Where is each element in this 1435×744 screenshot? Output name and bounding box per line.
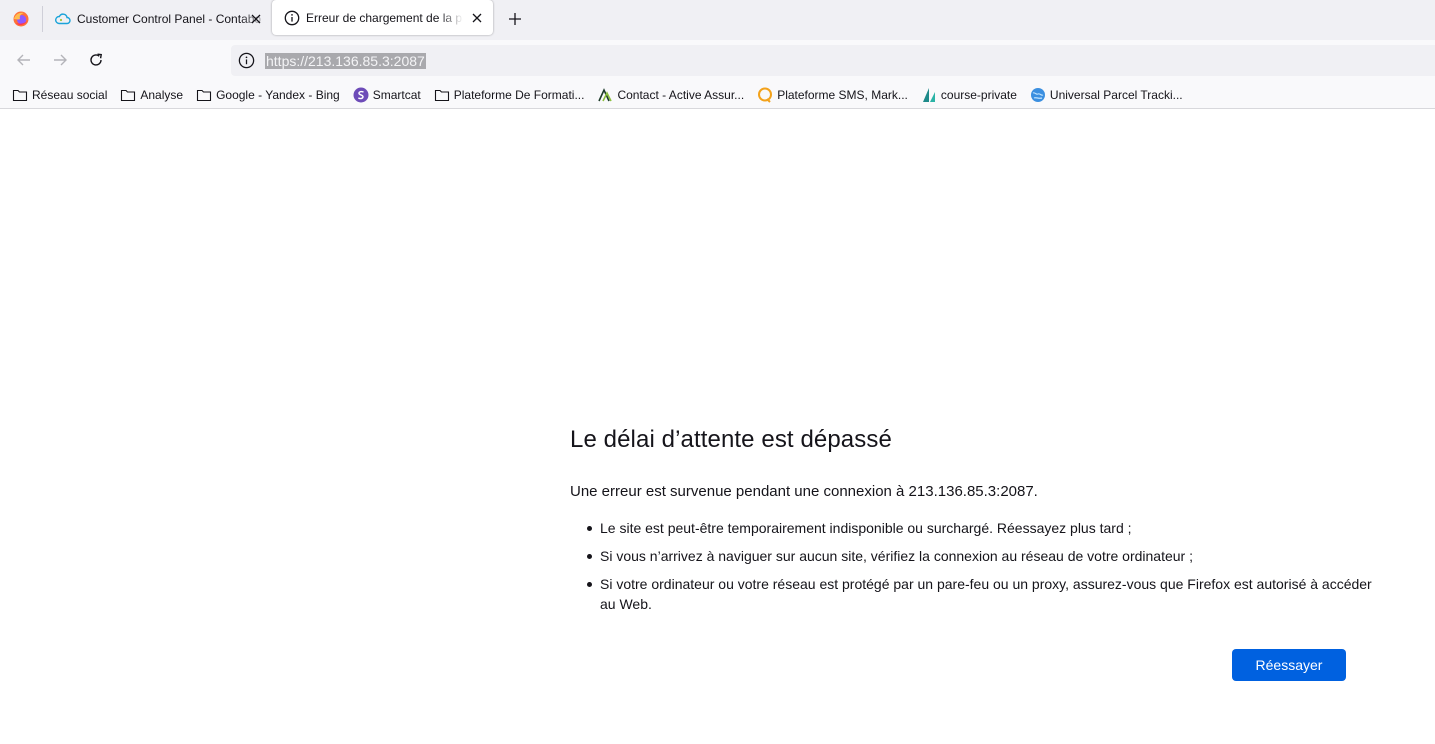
plus-icon bbox=[509, 13, 521, 25]
bookmark-analyse[interactable]: Analyse bbox=[120, 87, 183, 103]
navigation-toolbar: https://213.136.85.3:2087 bbox=[0, 40, 1435, 81]
close-tab-button[interactable] bbox=[467, 8, 487, 28]
folder-icon bbox=[434, 87, 450, 103]
bookmark-label: Smartcat bbox=[372, 87, 421, 102]
bookmark-label: Contact - Active Assur... bbox=[617, 87, 745, 102]
forward-button[interactable] bbox=[48, 48, 72, 72]
info-icon bbox=[284, 10, 300, 26]
new-tab-button[interactable] bbox=[503, 7, 527, 31]
bookmark-label: Plateforme De Formati... bbox=[453, 87, 585, 102]
reload-button[interactable] bbox=[84, 48, 108, 72]
url-bar[interactable]: https://213.136.85.3:2087 bbox=[231, 45, 1435, 76]
bookmark-label: Google - Yandex - Bing bbox=[216, 87, 340, 102]
close-icon bbox=[246, 9, 266, 29]
error-container: Le délai d’attente est dépassé Une erreu… bbox=[570, 422, 1372, 612]
close-tab-button-1[interactable] bbox=[246, 0, 270, 37]
tab-label: Customer Control Panel - Contabo bbox=[77, 11, 262, 26]
folder-icon bbox=[196, 87, 212, 103]
tab-customer-control-panel[interactable]: Customer Control Panel - Contabo bbox=[43, 0, 269, 37]
arrow-right-icon bbox=[54, 54, 67, 66]
list-item: Si votre ordinateur ou votre réseau est … bbox=[587, 574, 1382, 614]
tab-strip: Customer Control Panel - Contabo Erreur … bbox=[0, 0, 1435, 40]
smartcat-icon bbox=[353, 87, 369, 103]
bookmark-label: Réseau social bbox=[32, 87, 108, 102]
bookmark-label: course-private bbox=[940, 87, 1017, 102]
sms-icon bbox=[757, 87, 773, 103]
back-button[interactable] bbox=[12, 48, 36, 72]
folder-icon bbox=[12, 87, 28, 103]
error-subtitle: Une erreur est survenue pendant une conn… bbox=[570, 483, 1038, 500]
list-item: Le site est peut-être temporairement ind… bbox=[587, 518, 1382, 538]
bookmarks-toolbar: Réseau social Analyse Google - Yandex - … bbox=[0, 81, 1435, 109]
globe-icon bbox=[1030, 87, 1046, 103]
arrow-left-icon bbox=[17, 54, 30, 66]
tab-label: Erreur de chargement de la page bbox=[306, 10, 463, 25]
folder-icon bbox=[120, 87, 136, 103]
firefox-icon bbox=[13, 11, 29, 26]
bookmark-label: Universal Parcel Tracki... bbox=[1049, 87, 1183, 102]
firefox-view-button[interactable] bbox=[0, 0, 42, 37]
bookmark-label: Analyse bbox=[140, 87, 184, 102]
close-icon bbox=[472, 13, 482, 22]
bookmark-plateforme-sms[interactable]: Plateforme SMS, Mark... bbox=[757, 87, 908, 103]
site-info-icon[interactable] bbox=[238, 52, 255, 69]
bookmark-smartcat[interactable]: Smartcat bbox=[353, 87, 421, 103]
bookmark-google-yandex-bing[interactable]: Google - Yandex - Bing bbox=[196, 87, 340, 103]
url-input[interactable]: https://213.136.85.3:2087 bbox=[265, 53, 426, 69]
bookmark-universal-parcel-tracking[interactable]: Universal Parcel Tracki... bbox=[1030, 87, 1183, 103]
reload-icon bbox=[90, 53, 103, 66]
bookmark-contact-active-assur[interactable]: Contact - Active Assur... bbox=[597, 87, 744, 103]
error-title: Le délai d’attente est dépassé bbox=[570, 426, 892, 453]
active-assur-icon bbox=[597, 87, 613, 103]
course-icon bbox=[921, 87, 937, 103]
cloud-icon bbox=[55, 11, 71, 27]
list-item: Si vous n’arrivez à naviguer sur aucun s… bbox=[587, 546, 1382, 566]
bookmark-label: Plateforme SMS, Mark... bbox=[777, 87, 908, 102]
bookmark-reseau-social[interactable]: Réseau social bbox=[12, 87, 107, 103]
error-suggestions: Le site est peut-être temporairement ind… bbox=[570, 518, 1382, 622]
bookmark-course-private[interactable]: course-private bbox=[921, 87, 1017, 103]
bookmark-plateforme-formation[interactable]: Plateforme De Formati... bbox=[434, 87, 585, 103]
retry-button[interactable]: Réessayer bbox=[1232, 649, 1346, 681]
tab-error-page[interactable]: Erreur de chargement de la page bbox=[272, 0, 493, 35]
